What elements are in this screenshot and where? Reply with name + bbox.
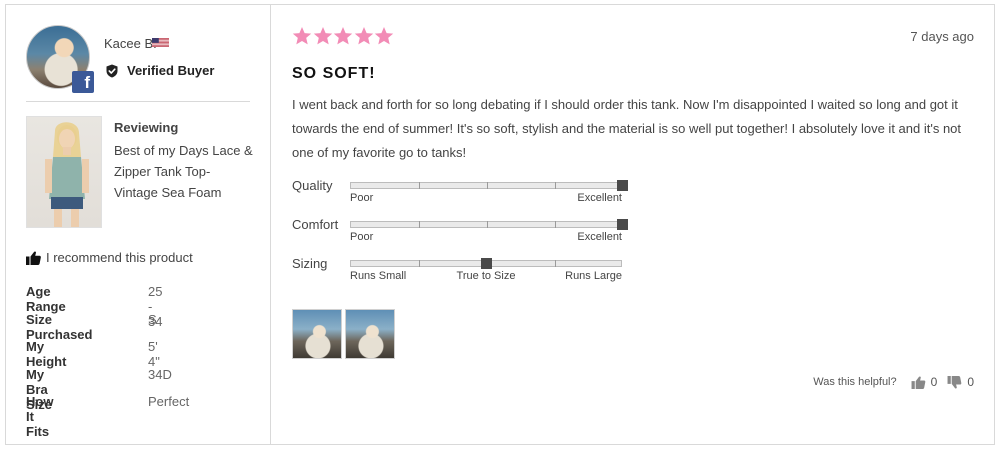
star-icon: [292, 27, 312, 45]
attribute-key: Age Range: [26, 284, 66, 314]
slider-tick: [419, 182, 420, 189]
helpful-question: Was this helpful?: [813, 376, 897, 388]
attribute-value: 5' 4": [148, 339, 160, 369]
slider-tick: [487, 182, 488, 189]
recommendation: I recommend this product: [26, 250, 193, 265]
review-title: SO SOFT!: [292, 65, 376, 82]
slider-min-label: Poor: [350, 192, 374, 204]
review-card: f Kacee B. Verified Buyer Reviewing Best…: [5, 4, 995, 445]
review-date: 7 days ago: [910, 29, 974, 44]
product-model-image: [45, 122, 89, 227]
slider-track: [350, 180, 628, 191]
review-photos: [292, 309, 398, 359]
attribute-value: 34D: [148, 366, 172, 382]
slider-marker: [481, 258, 492, 269]
slider-tick: [555, 260, 556, 267]
slider-min-label: Runs Small: [350, 270, 407, 282]
verified-buyer-badge: Verified Buyer: [105, 63, 214, 78]
helpful-votes: Was this helpful? 0 0: [813, 375, 974, 389]
slider-max-label: Excellent: [577, 231, 622, 243]
product-thumbnail[interactable]: [26, 116, 102, 228]
slider-marker: [617, 180, 628, 191]
reviewer-avatar-wrap: f: [26, 25, 94, 93]
us-flag-icon: [152, 38, 169, 47]
slider-label: Comfort: [292, 217, 339, 232]
star-icon: [354, 27, 373, 45]
slider-tick: [419, 221, 420, 228]
attribute-key: My Height: [26, 339, 67, 369]
helpful-down-count: 0: [967, 375, 974, 389]
recommendation-text: I recommend this product: [46, 250, 193, 265]
slider-track: [350, 258, 622, 269]
review-content: 7 days ago SO SOFT! I went back and fort…: [272, 5, 994, 444]
slider-marker: [617, 219, 628, 230]
slider-tick: [419, 260, 420, 267]
thumbs-down-icon: [947, 375, 962, 388]
slider-tick: [487, 221, 488, 228]
slider-label: Quality: [292, 178, 333, 193]
reviewing-label: Reviewing: [114, 120, 179, 135]
slider-tick: [555, 221, 556, 228]
attribute-value: Perfect: [148, 394, 190, 409]
star-rating: [292, 26, 395, 46]
review-photo-thumbnail[interactable]: [345, 309, 395, 359]
helpful-yes-button[interactable]: 0: [911, 375, 938, 389]
divider: [26, 101, 250, 102]
reviewed-product-name[interactable]: Best of my Days Lace & Zipper Tank Top- …: [114, 140, 254, 203]
star-icon: [374, 27, 394, 45]
attribute-key: Size Purchased: [26, 311, 93, 342]
review-body: I went back and forth for so long debati…: [292, 97, 962, 160]
helpful-up-count: 0: [930, 375, 938, 389]
rating-slider-comfort: Comfort Poor Excellent: [292, 217, 652, 247]
reviewer-name: Kacee B.: [104, 36, 157, 51]
thumbs-up-icon: [26, 251, 41, 265]
attribute-value: S: [148, 311, 157, 327]
slider-min-label: Poor: [350, 231, 374, 243]
slider-label: Sizing: [292, 256, 328, 271]
attribute-key: How It Fits: [26, 394, 54, 439]
slider-tick: [555, 182, 556, 189]
verified-label: Verified Buyer: [127, 63, 215, 78]
rating-slider-sizing: Sizing Runs Small True to Size Runs Large: [292, 256, 652, 286]
slider-track: [350, 219, 628, 230]
helpful-no-button[interactable]: 0: [947, 375, 974, 389]
thumbs-up-icon: [911, 376, 925, 389]
reviewer-panel: f Kacee B. Verified Buyer Reviewing Best…: [6, 5, 271, 444]
rating-slider-quality: Quality Poor Excellent: [292, 178, 652, 208]
verified-check-icon: [106, 64, 118, 77]
review-photo-thumbnail[interactable]: [292, 309, 342, 359]
slider-max-label: Runs Large: [565, 270, 622, 282]
star-icon: [333, 27, 353, 45]
facebook-icon: f: [72, 71, 94, 93]
star-icon: [313, 27, 332, 45]
slider-max-label: Excellent: [577, 192, 622, 204]
slider-mid-label: True to Size: [456, 270, 516, 282]
